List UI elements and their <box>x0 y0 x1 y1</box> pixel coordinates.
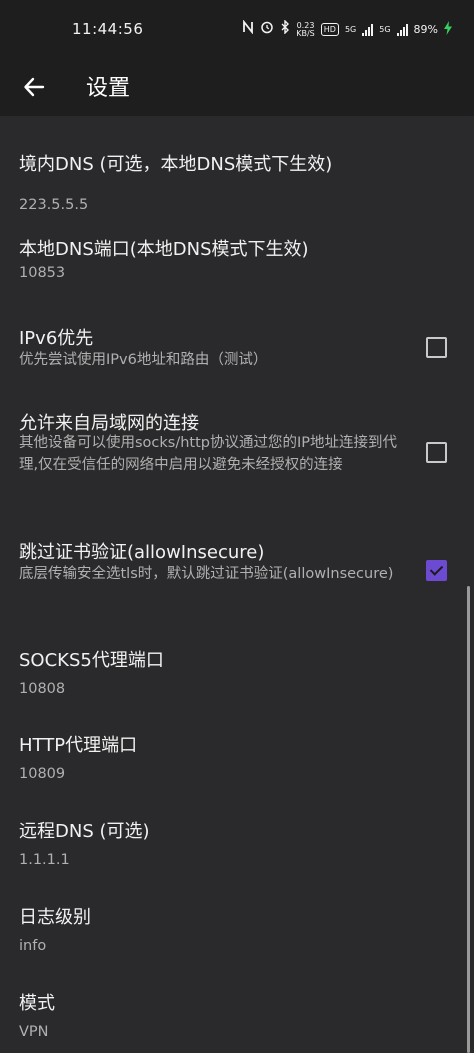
battery-percent: 89% <box>413 23 438 36</box>
charging-bolt-icon <box>444 20 452 39</box>
bluetooth-icon <box>280 19 290 39</box>
hd-badge: HD <box>320 23 339 36</box>
allow-lan-checkbox[interactable] <box>426 442 447 463</box>
pref-title: HTTP代理端口 <box>19 735 138 756</box>
pref-log-level[interactable]: 日志级别 info <box>0 893 474 963</box>
pref-remote-dns[interactable]: 远程DNS (可选) 1.1.1.1 <box>0 807 474 877</box>
pref-ipv6-preferred[interactable]: IPv6优先 优先尝试使用IPv6地址和路由（测试） <box>0 310 474 380</box>
pref-summary: 10808 <box>19 681 66 697</box>
pref-summary: VPN <box>19 1024 49 1040</box>
status-bar: 11:44:56 0.23 KB/S HD 5G 5G 89% <box>0 0 474 58</box>
pref-summary: 10853 <box>19 265 66 281</box>
pref-summary: 1.1.1.1 <box>19 852 70 868</box>
pref-summary: 底层传输安全选tls时，默认跳过证书验证(allowInsecure) <box>19 566 394 582</box>
network-speed: 0.23 KB/S <box>296 21 315 38</box>
nfc-icon <box>242 19 254 39</box>
scrollbar[interactable] <box>467 586 470 1053</box>
pref-summary: 优先尝试使用IPv6地址和路由（测试） <box>19 352 268 368</box>
alarm-icon <box>260 20 274 39</box>
signal-icon-2 <box>396 23 408 36</box>
pref-title: 模式 <box>19 993 55 1014</box>
status-time: 11:44:56 <box>72 20 144 38</box>
status-icons: 0.23 KB/S HD 5G 5G 89% <box>242 19 452 39</box>
pref-summary: 10809 <box>19 766 66 782</box>
network-type-1: 5G <box>344 25 357 34</box>
ipv6-preferred-checkbox[interactable] <box>426 337 447 358</box>
pref-summary: info <box>19 938 47 954</box>
allow-insecure-checkbox[interactable] <box>426 560 447 581</box>
pref-mode[interactable]: 模式 VPN <box>0 979 474 1049</box>
pref-domestic-dns[interactable]: 境内DNS (可选，本地DNS模式下生效) 223.5.5.5 <box>0 136 474 213</box>
back-button[interactable] <box>14 65 54 109</box>
pref-title: 日志级别 <box>19 907 91 928</box>
pref-http-port[interactable]: HTTP代理端口 10809 <box>0 721 474 791</box>
pref-allow-lan[interactable]: 允许来自局域网的连接 其他设备可以使用socks/http协议通过您的IP地址连… <box>0 397 474 507</box>
pref-local-dns-port[interactable]: 本地DNS端口(本地DNS模式下生效) 10853 <box>0 221 474 291</box>
network-type-2: 5G <box>379 25 391 34</box>
arrow-left-icon <box>24 77 45 97</box>
app-bar: 设置 <box>0 58 474 116</box>
pref-title: IPv6优先 <box>19 328 94 349</box>
pref-summary: 其他设备可以使用socks/http协议通过您的IP地址连接到代理,仅在受信任的… <box>19 435 398 473</box>
pref-summary: 223.5.5.5 <box>19 197 89 213</box>
page-title: 设置 <box>86 76 131 101</box>
pref-title: 跳过证书验证(allowInsecure) <box>19 542 265 563</box>
signal-icon-1 <box>362 23 374 36</box>
pref-title: 境内DNS (可选，本地DNS模式下生效) <box>19 154 333 175</box>
network-speed-unit: KB/S <box>296 28 315 38</box>
pref-allow-insecure[interactable]: 跳过证书验证(allowInsecure) 底层传输安全选tls时，默认跳过证书… <box>0 526 474 616</box>
pref-title: 本地DNS端口(本地DNS模式下生效) <box>19 239 309 260</box>
pref-title: SOCKS5代理端口 <box>19 650 164 671</box>
pref-socks5-port[interactable]: SOCKS5代理端口 10808 <box>0 636 474 706</box>
pref-title: 远程DNS (可选) <box>19 821 150 842</box>
